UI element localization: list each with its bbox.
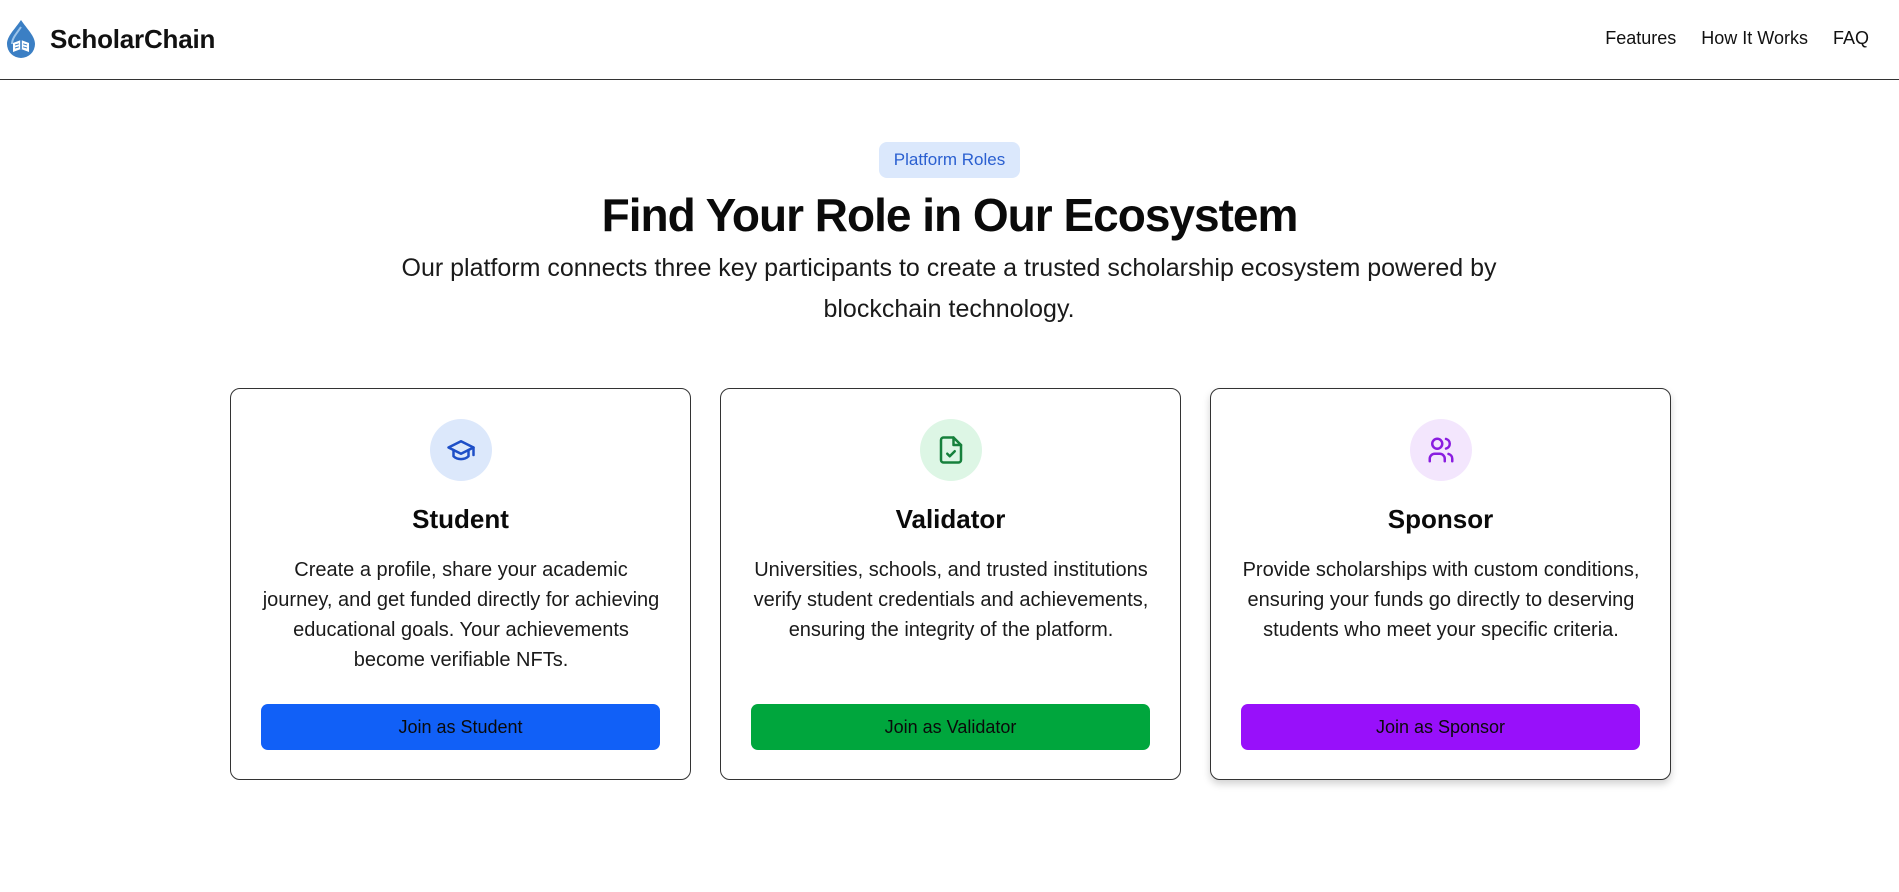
brand[interactable]: ScholarChain	[4, 19, 215, 59]
role-title: Student	[412, 504, 509, 534]
role-icon-container	[1410, 419, 1472, 481]
role-icon-container	[920, 419, 982, 481]
section-title: Find Your Role in Our Ecosystem	[601, 189, 1299, 241]
brand-name: ScholarChain	[50, 23, 216, 54]
role-card-sponsor: Sponsor Provide scholarships with custom…	[1210, 388, 1671, 780]
join-sponsor-button[interactable]: Join as Sponsor	[1241, 704, 1640, 750]
main-nav: Features How It Works FAQ	[1605, 28, 1869, 49]
role-description: Universities, schools, and trusted insti…	[753, 559, 1149, 641]
nav-link-faq[interactable]: FAQ	[1833, 28, 1869, 49]
nav-link-features[interactable]: Features	[1605, 28, 1676, 49]
users-icon	[1428, 437, 1454, 463]
section-badge: Platform Roles	[879, 142, 1020, 178]
role-card-student: Student Create a profile, share your aca…	[230, 388, 691, 780]
role-description: Provide scholarships with custom conditi…	[1242, 559, 1640, 641]
brand-logo-icon	[7, 20, 35, 58]
role-card-validator: Validator Universities, schools, and tru…	[720, 388, 1181, 780]
navbar: ScholarChain Features How It Works FAQ	[0, 0, 1899, 80]
role-title: Sponsor	[1387, 504, 1494, 534]
role-title: Validator	[895, 504, 1006, 534]
section-subtitle: Our platform connects three key particip…	[401, 254, 1497, 323]
graduation-cap-icon	[447, 440, 475, 461]
file-check-icon	[939, 436, 963, 464]
nav-link-how-it-works[interactable]: How It Works	[1701, 28, 1808, 49]
role-icon-container	[430, 419, 492, 481]
join-validator-button[interactable]: Join as Validator	[751, 704, 1150, 750]
join-student-button[interactable]: Join as Student	[261, 704, 660, 750]
role-description: Create a profile, share your academic jo…	[262, 559, 660, 671]
